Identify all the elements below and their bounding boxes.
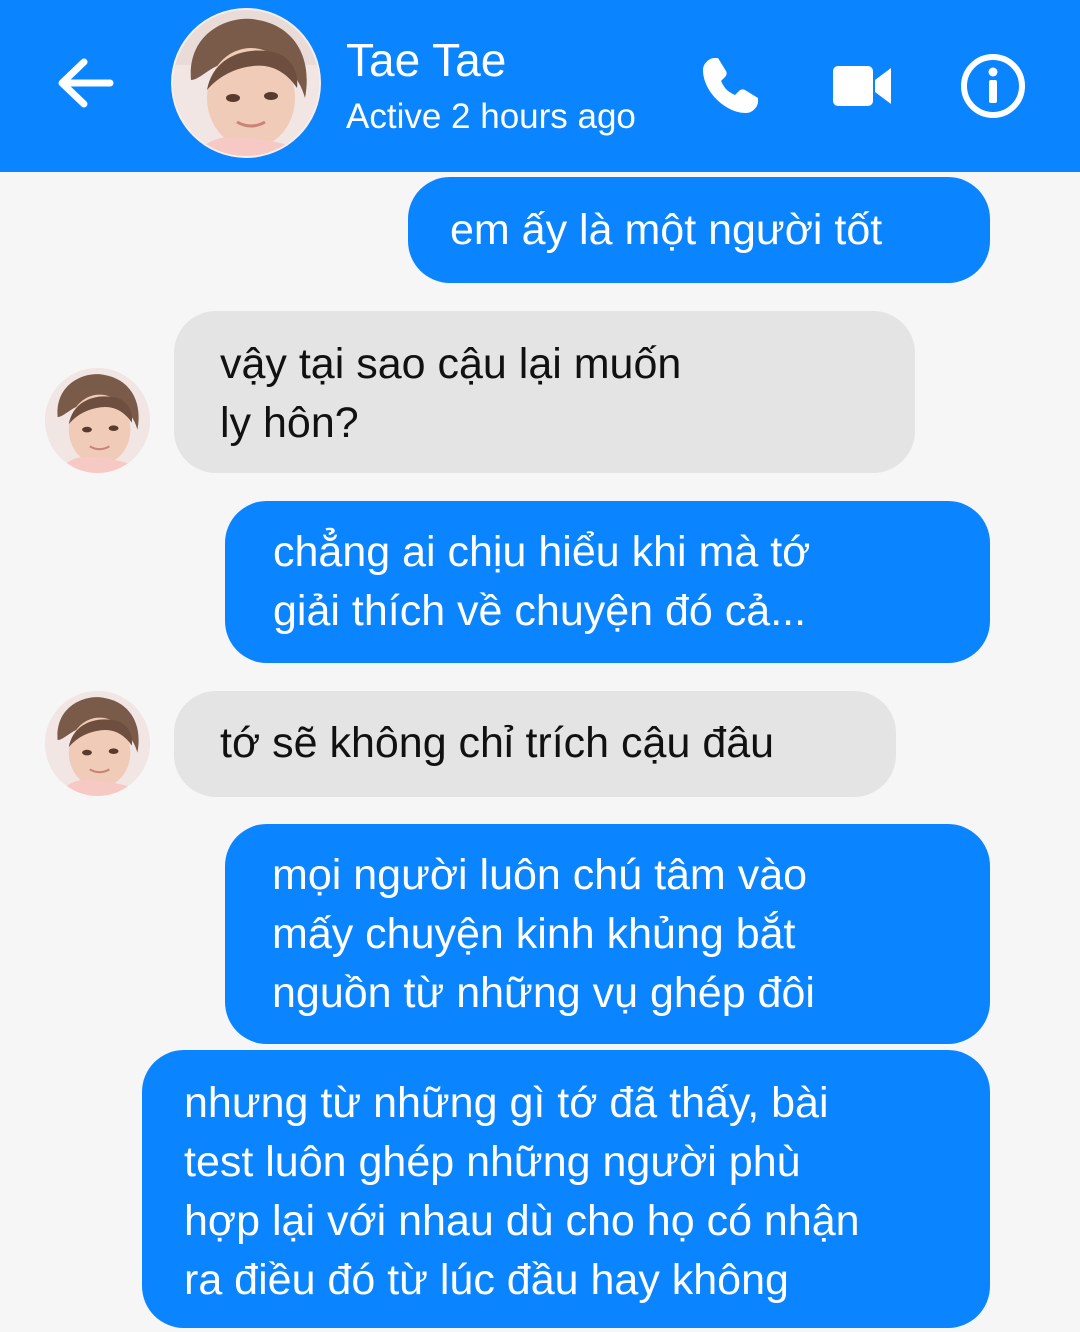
info-circle-icon — [961, 54, 1025, 118]
message-bubble-incoming[interactable]: vậy tại sao cậu lại muốn ly hôn? — [174, 311, 915, 473]
phone-icon — [703, 58, 758, 113]
active-status: Active 2 hours ago — [346, 97, 636, 136]
message-line: test luôn ghép những người phù — [184, 1138, 801, 1186]
info-button[interactable] — [958, 51, 1028, 121]
profile-photo — [173, 10, 319, 156]
message-line: hợp lại với nhau dù cho họ có nhận — [184, 1197, 860, 1245]
message-line: tớ sẽ không chỉ trích cậu đâu — [220, 719, 775, 767]
profile-photo — [45, 368, 150, 473]
sender-avatar[interactable] — [45, 691, 150, 796]
arrow-left-icon — [58, 58, 114, 108]
message-line: nhưng từ những gì tớ đã thấy, bài — [184, 1079, 829, 1127]
message-line: mọi người luôn chú tâm vào — [272, 851, 808, 899]
contact-name: Tae Tae — [346, 34, 507, 86]
message-line: ra điều đó từ lúc đầu hay không — [184, 1256, 789, 1304]
message-line: chẳng ai chịu hiểu khi mà tớ — [273, 528, 811, 576]
chat-header: Tae Tae Active 2 hours ago — [0, 0, 1080, 172]
message-line: vậy tại sao cậu lại muốn — [220, 340, 682, 388]
back-button[interactable] — [52, 50, 118, 116]
message-line: mấy chuyện kinh khủng bắt — [272, 910, 796, 958]
message-line: giải thích về chuyện đó cả... — [273, 587, 807, 635]
message-line: nguồn từ những vụ ghép đôi — [272, 969, 815, 1017]
contact-avatar[interactable] — [171, 8, 321, 158]
message-line: ly hôn? — [220, 399, 359, 447]
profile-photo — [45, 691, 150, 796]
call-button[interactable] — [697, 53, 763, 119]
message-bubble-outgoing[interactable]: em ấy là một người tốt — [408, 177, 990, 283]
message-line: em ấy là một người tốt — [450, 206, 883, 254]
message-bubble-outgoing[interactable]: nhưng từ những gì tớ đã thấy, bài test l… — [142, 1050, 990, 1328]
message-bubble-outgoing[interactable]: chẳng ai chịu hiểu khi mà tớ giải thích … — [225, 501, 990, 663]
video-camera-icon — [833, 66, 891, 106]
message-bubble-incoming[interactable]: tớ sẽ không chỉ trích cậu đâu — [174, 691, 896, 797]
sender-avatar[interactable] — [45, 368, 150, 473]
message-bubble-outgoing[interactable]: mọi người luôn chú tâm vào mấy chuyện ki… — [225, 824, 990, 1044]
video-call-button[interactable] — [829, 58, 895, 114]
